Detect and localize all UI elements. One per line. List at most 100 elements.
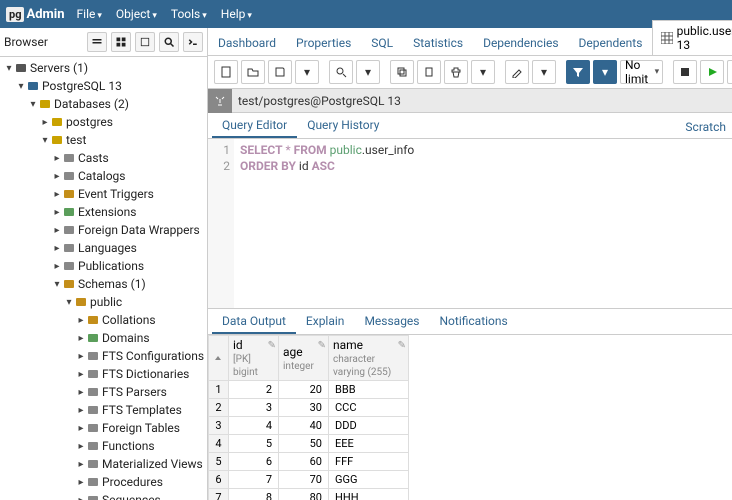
expand-toggle[interactable]: ▸ [52, 261, 62, 272]
cell-id[interactable]: 7 [229, 471, 279, 489]
expand-toggle[interactable]: ▾ [40, 135, 50, 146]
cell-age[interactable]: 50 [279, 435, 329, 453]
cell-id[interactable]: 6 [229, 453, 279, 471]
tab-data-output[interactable]: Data Output [212, 310, 296, 334]
cell-id[interactable]: 8 [229, 489, 279, 500]
expand-toggle[interactable]: ▾ [28, 99, 38, 110]
table-row[interactable]: 6770GGG [209, 471, 409, 489]
expand-toggle[interactable]: ▸ [52, 225, 62, 236]
tree-node[interactable]: ▸FTS Parsers [0, 383, 207, 401]
tree-node[interactable]: ▾Servers (1) [0, 59, 207, 77]
paste-button[interactable] [417, 60, 441, 84]
editor-code[interactable]: SELECT * FROM public.user_info ORDER BY … [234, 139, 414, 308]
cell-id[interactable]: 4 [229, 417, 279, 435]
tab-query-editor[interactable]: Query Editor [212, 114, 297, 138]
edit-icon[interactable]: ✎ [268, 340, 276, 351]
table-row[interactable]: 1220BBB [209, 381, 409, 399]
tab-properties[interactable]: Properties [286, 31, 361, 55]
tab-statistics[interactable]: Statistics [403, 31, 473, 55]
execute-button[interactable] [700, 60, 724, 84]
tab-query-history[interactable]: Query History [297, 114, 389, 138]
browser-properties-icon[interactable] [87, 32, 107, 52]
save-button[interactable] [268, 60, 292, 84]
tree-node[interactable]: ▸Procedures [0, 473, 207, 491]
expand-toggle[interactable]: ▸ [76, 423, 86, 434]
find-dropdown[interactable]: ▾ [356, 60, 380, 84]
expand-toggle[interactable]: ▸ [76, 459, 86, 470]
cell-age[interactable]: 80 [279, 489, 329, 500]
expand-toggle[interactable]: ▸ [76, 441, 86, 452]
tree-node[interactable]: ▾test [0, 131, 207, 149]
expand-toggle[interactable]: ▸ [52, 171, 62, 182]
browser-grid-icon[interactable] [111, 32, 131, 52]
tree-node[interactable]: ▸Publications [0, 257, 207, 275]
find-button[interactable] [329, 60, 353, 84]
cell-name[interactable]: CCC [329, 399, 409, 417]
tab-messages[interactable]: Messages [354, 310, 429, 334]
expand-toggle[interactable]: ▾ [4, 63, 14, 74]
edit-button[interactable] [505, 60, 529, 84]
cell-name[interactable]: GGG [329, 471, 409, 489]
tree-node[interactable]: ▾public [0, 293, 207, 311]
cell-age[interactable]: 40 [279, 417, 329, 435]
tab-query-tool[interactable]: public.user_info/test/postgres@PostgreSQ… [652, 20, 732, 55]
menu-tools[interactable]: Tools [171, 7, 207, 21]
tab-explain[interactable]: Explain [296, 310, 355, 334]
expand-toggle[interactable]: ▸ [52, 243, 62, 254]
tree-node[interactable]: ▸Languages [0, 239, 207, 257]
expand-toggle[interactable]: ▸ [76, 477, 86, 488]
cell-id[interactable]: 2 [229, 381, 279, 399]
tree-node[interactable]: ▸Casts [0, 149, 207, 167]
limit-select[interactable]: No limit [620, 60, 663, 84]
tree-node[interactable]: ▸FTS Configurations [0, 347, 207, 365]
col-header[interactable]: namecharacter varying (255)✎ [329, 336, 409, 381]
clear-dropdown[interactable]: ▾ [471, 60, 495, 84]
expand-toggle[interactable]: ▸ [76, 495, 86, 500]
menu-object[interactable]: Object [116, 7, 157, 21]
clear-button[interactable] [444, 60, 468, 84]
table-row[interactable]: 7880HHH [209, 489, 409, 500]
expand-toggle[interactable]: ▾ [64, 297, 74, 308]
new-file-button[interactable] [214, 60, 238, 84]
browser-search-icon[interactable] [159, 32, 179, 52]
browser-tree[interactable]: ▾Servers (1)▾PostgreSQL 13▾Databases (2)… [0, 57, 207, 500]
table-row[interactable]: 3440DDD [209, 417, 409, 435]
cell-name[interactable]: HHH [329, 489, 409, 500]
browser-terminal-icon[interactable] [183, 32, 203, 52]
tree-node[interactable]: ▸FTS Templates [0, 401, 207, 419]
tree-node[interactable]: ▸Materialized Views [0, 455, 207, 473]
tab-dependents[interactable]: Dependents [569, 31, 653, 55]
connection-path[interactable]: test/postgres@PostgreSQL 13 [232, 94, 407, 108]
col-header[interactable]: id[PK] bigint✎ [229, 336, 279, 381]
tree-node[interactable]: ▸Foreign Data Wrappers [0, 221, 207, 239]
table-row[interactable]: 5660FFF [209, 453, 409, 471]
cell-age[interactable]: 20 [279, 381, 329, 399]
tab-sql[interactable]: SQL [361, 31, 403, 55]
expand-toggle[interactable]: ▸ [76, 405, 86, 416]
table-row[interactable]: 2330CCC [209, 399, 409, 417]
tab-scratch[interactable]: Scratch [679, 116, 732, 138]
edit-icon[interactable]: ✎ [398, 340, 406, 351]
cell-name[interactable]: EEE [329, 435, 409, 453]
menu-help[interactable]: Help [221, 7, 252, 21]
sort-icon[interactable] [213, 353, 223, 363]
expand-toggle[interactable]: ▸ [52, 153, 62, 164]
tree-node[interactable]: ▾PostgreSQL 13 [0, 77, 207, 95]
tree-node[interactable]: ▸Extensions [0, 203, 207, 221]
menu-file[interactable]: File [77, 7, 102, 21]
tree-node[interactable]: ▸FTS Dictionaries [0, 365, 207, 383]
tree-node[interactable]: ▸Foreign Tables [0, 419, 207, 437]
cell-id[interactable]: 3 [229, 399, 279, 417]
tree-node[interactable]: ▸Catalogs [0, 167, 207, 185]
expand-toggle[interactable]: ▸ [76, 351, 86, 362]
expand-toggle[interactable]: ▸ [76, 387, 86, 398]
edit-dropdown[interactable]: ▾ [532, 60, 556, 84]
row-header[interactable] [209, 336, 229, 381]
expand-toggle[interactable]: ▸ [40, 117, 50, 128]
open-file-button[interactable] [241, 60, 265, 84]
tree-node[interactable]: ▸Sequences [0, 491, 207, 500]
expand-toggle[interactable]: ▾ [16, 81, 26, 92]
tab-dashboard[interactable]: Dashboard [208, 31, 286, 55]
expand-toggle[interactable]: ▸ [52, 189, 62, 200]
table-row[interactable]: 4550EEE [209, 435, 409, 453]
